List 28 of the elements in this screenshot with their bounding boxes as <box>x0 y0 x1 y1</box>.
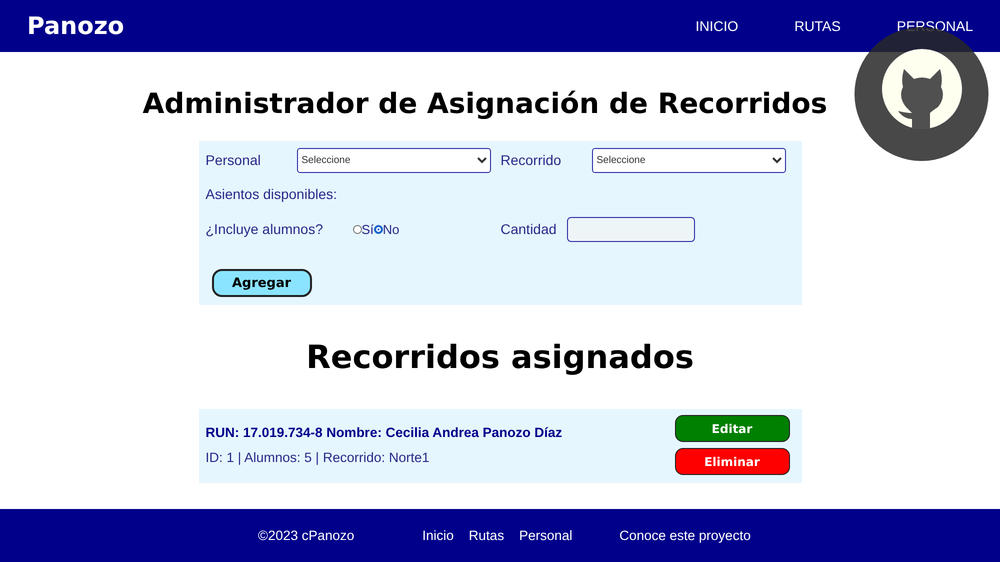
field-label: Personal <box>206 152 262 168</box>
page-title: Administrador de Asignación de Recorridos <box>142 86 828 122</box>
quantity-field[interactable] <box>566 216 695 242</box>
footer-link[interactable]: Personal <box>519 528 572 543</box>
route-select[interactable]: Seleccione <box>592 148 786 172</box>
radio-label: Sí <box>362 222 374 236</box>
field-label: Cantidad <box>500 221 557 237</box>
nav-link[interactable]: INICIO <box>696 18 738 34</box>
assignment-details: ID: 1 | Alumnos: 5 | Recorrido: Norte1 <box>206 450 430 465</box>
personal-select[interactable]: Seleccione <box>296 148 490 172</box>
field-label: Recorrido <box>500 152 562 168</box>
field-label: ¿Incluye alumnos? <box>206 221 324 237</box>
brand-logo[interactable]: Panozo <box>27 12 640 40</box>
nav-link[interactable]: RUTAS <box>794 18 841 34</box>
edit-button[interactable]: Editar <box>674 415 790 442</box>
section-title: Recorridos asignados <box>305 337 695 378</box>
footer-link[interactable]: Inicio <box>422 528 454 543</box>
assignment-heading: RUN: 17.019.734-8 Nombre: Cecilia Andrea Panozo Díaz <box>206 425 564 440</box>
footer-link[interactable]: Rutas <box>468 528 504 543</box>
radio-label: No <box>382 222 400 236</box>
radio-button[interactable] <box>374 224 383 234</box>
radio-button[interactable] <box>352 224 362 234</box>
field-label: Asientos disponibles: <box>206 186 338 202</box>
add-button[interactable]: Agregar <box>212 269 312 297</box>
project-link[interactable]: Conoce este proyecto <box>619 528 751 543</box>
delete-button[interactable]: Eliminar <box>674 448 790 475</box>
copyright-text: ©2023 cPanozo <box>258 528 354 543</box>
nav-link[interactable]: PERSONAL <box>896 18 973 34</box>
